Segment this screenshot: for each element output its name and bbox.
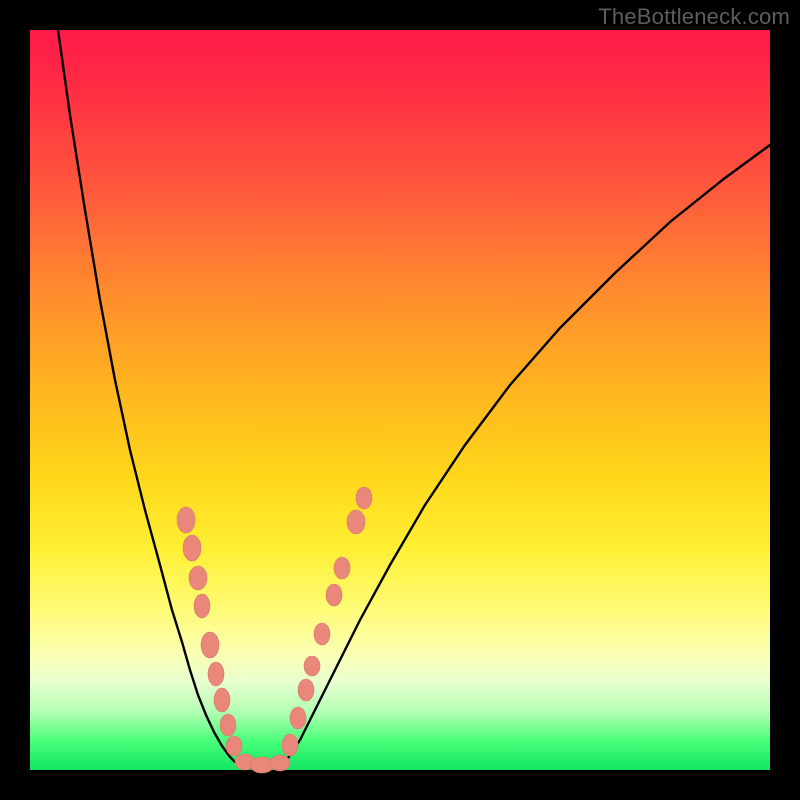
watermark-text: TheBottleneck.com (598, 4, 790, 30)
chart-svg (30, 30, 770, 770)
data-dot (326, 584, 342, 606)
data-dot (304, 656, 320, 676)
data-dot (189, 566, 207, 590)
data-dot (201, 632, 219, 658)
data-dot (183, 535, 201, 561)
plot-area (30, 30, 770, 770)
data-dot (356, 487, 372, 509)
data-dot (298, 679, 314, 701)
data-dot (334, 557, 350, 579)
data-dot (314, 623, 330, 645)
chart-frame: TheBottleneck.com (0, 0, 800, 800)
data-dot (214, 688, 230, 712)
data-dot (282, 734, 298, 756)
data-dots (177, 487, 372, 773)
data-dot (208, 662, 224, 686)
data-dot (194, 594, 210, 618)
data-dot (226, 736, 242, 756)
data-dot (290, 707, 306, 729)
bottleneck-curve (58, 30, 770, 768)
data-dot (270, 755, 290, 771)
data-dot (347, 510, 365, 534)
data-dot (220, 714, 236, 736)
data-dot (177, 507, 195, 533)
